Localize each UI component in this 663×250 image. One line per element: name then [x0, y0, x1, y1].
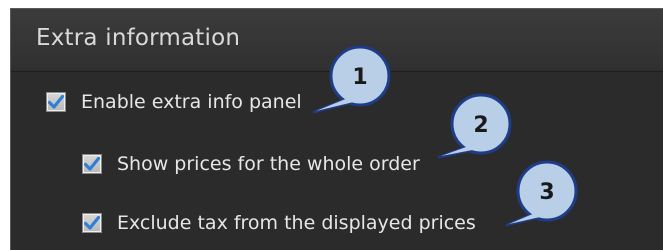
enable-extra-info-label: Enable extra info panel — [81, 91, 302, 113]
callout-2-number: 2 — [473, 113, 488, 138]
callout-1-number: 1 — [352, 65, 367, 90]
exclude-tax-checkbox[interactable] — [82, 213, 102, 233]
show-prices-label: Show prices for the whole order — [117, 153, 420, 175]
show-prices-checkbox[interactable] — [82, 154, 102, 174]
checkmark-icon — [48, 95, 64, 109]
option-show-prices-whole-order[interactable]: Show prices for the whole order — [82, 149, 420, 179]
checkmark-icon — [84, 157, 100, 171]
section-title: Extra information — [36, 25, 241, 51]
option-enable-extra-info[interactable]: Enable extra info panel — [46, 87, 302, 117]
option-exclude-tax[interactable]: Exclude tax from the displayed prices — [82, 208, 476, 238]
exclude-tax-label: Exclude tax from the displayed prices — [117, 212, 476, 234]
checkmark-icon — [84, 216, 100, 230]
callout-3-number: 3 — [539, 180, 554, 205]
enable-extra-info-checkbox[interactable] — [46, 92, 66, 112]
